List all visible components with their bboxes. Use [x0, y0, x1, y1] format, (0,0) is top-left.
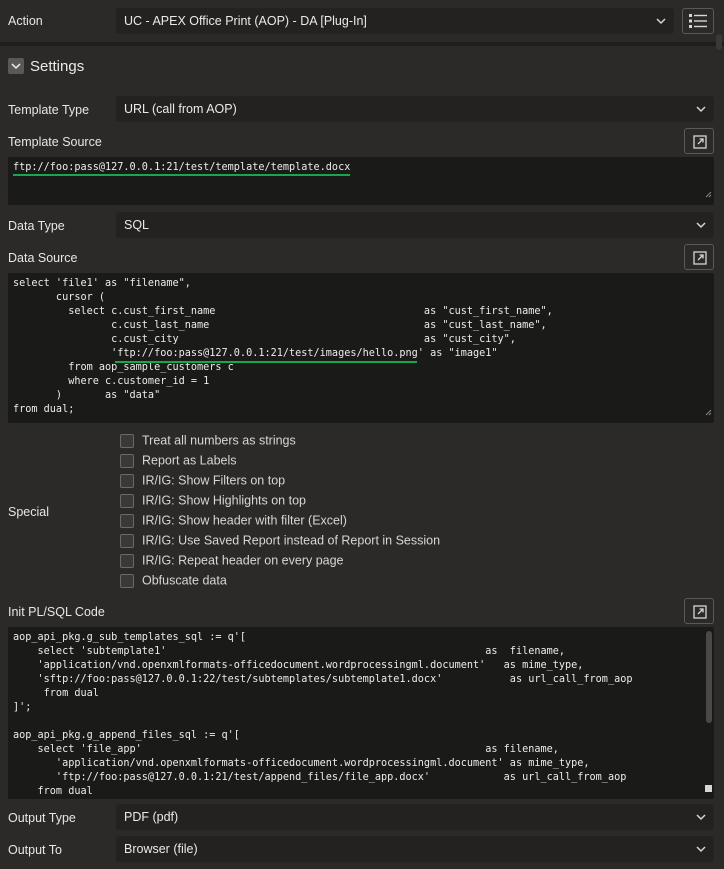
list-button[interactable]	[682, 8, 714, 34]
template-source-textarea[interactable]: ftp://foo:pass@127.0.0.1:21/test/templat…	[8, 157, 714, 205]
code-line: 'ftp://foo:pass@127.0.0.1:21/test/append…	[13, 772, 627, 783]
checkbox[interactable]	[120, 553, 134, 568]
chevron-down-icon	[696, 845, 706, 853]
chevron-down-icon	[696, 221, 706, 229]
init-plsql-label: Init PL/SQL Code	[8, 605, 105, 619]
data-type-select[interactable]: SQL	[116, 212, 714, 238]
output-to-select[interactable]: Browser (file)	[116, 836, 714, 862]
chevron-down-icon	[696, 813, 706, 821]
template-type-label: Template Type	[8, 103, 90, 117]
code-line: select 'subtemplate1' as filename,	[13, 646, 566, 657]
data-type-label: Data Type	[8, 219, 65, 233]
checkbox[interactable]	[120, 433, 134, 448]
code-line: from aop_sample_customers c	[13, 362, 234, 373]
output-type-value: PDF (pdf)	[124, 810, 179, 824]
option-repeat-header[interactable]: IR/IG: Repeat header on every page	[120, 552, 344, 572]
template-type-value: URL (call from AOP)	[124, 102, 237, 116]
expand-icon	[693, 605, 707, 619]
template-source-label: Template Source	[8, 135, 102, 149]
option-show-highlights-on-top[interactable]: IR/IG: Show Highlights on top	[120, 492, 306, 512]
output-type-label: Output Type	[8, 811, 76, 825]
data-source-label: Data Source	[8, 251, 78, 265]
checkbox[interactable]	[120, 493, 134, 508]
resize-handle-icon[interactable]	[705, 407, 712, 421]
expand-template-source-button[interactable]	[684, 128, 714, 154]
code-line: select c.cust_first_name as "cust_first_…	[13, 306, 553, 317]
action-value: UC - APEX Office Print (AOP) - DA [Plug-…	[124, 14, 367, 28]
code-line: 'sftp://foo:pass@127.0.0.1:22/test/subte…	[13, 674, 633, 685]
code-line: select 'file_app' as filename,	[13, 744, 559, 755]
checkbox[interactable]	[120, 453, 134, 468]
code-line: from dual	[13, 688, 99, 699]
divider	[0, 42, 724, 46]
chevron-down-icon	[696, 105, 706, 113]
code-line: select 'file1' as "filename",	[13, 278, 191, 289]
output-to-label: Output To	[8, 843, 62, 857]
code-line: 'ftp://foo:pass@127.0.0.1:21/test/images…	[13, 347, 709, 363]
option-use-saved-report[interactable]: IR/IG: Use Saved Report instead of Repor…	[120, 532, 440, 552]
code-line: from dual;	[13, 404, 75, 415]
option-show-header-with-filter[interactable]: IR/IG: Show header with filter (Excel)	[120, 512, 347, 532]
url-underline	[115, 361, 417, 363]
option-obfuscate-data[interactable]: Obfuscate data	[120, 572, 227, 592]
init-plsql-textarea[interactable]: aop_api_pkg.g_sub_templates_sql := q'[ s…	[8, 627, 714, 799]
data-source-textarea[interactable]: select 'file1' as "filename", cursor ( s…	[8, 273, 714, 423]
code-line: 'application/vnd.openxmlformats-officedo…	[13, 660, 584, 671]
code-line: ]';	[13, 702, 32, 713]
code-line: ​	[13, 715, 700, 729]
code-line: aop_api_pkg.g_append_files_sql := q'[	[13, 730, 240, 741]
expand-icon	[693, 251, 707, 265]
resize-handle-icon[interactable]	[705, 189, 712, 203]
code-line: from dual	[13, 786, 93, 797]
resize-handle-icon[interactable]	[705, 783, 712, 797]
scrollbar[interactable]	[706, 631, 712, 723]
action-row: Action UC - APEX Office Print (AOP) - DA…	[0, 0, 724, 42]
code-line: where c.customer_id = 1	[13, 376, 210, 387]
template-source-value: ftp://foo:pass@127.0.0.1:21/test/templat…	[13, 162, 351, 176]
collapse-toggle-icon[interactable]	[8, 58, 24, 74]
data-type-value: SQL	[124, 218, 150, 232]
code-line: aop_api_pkg.g_sub_templates_sql := q'[	[13, 632, 247, 643]
expand-data-source-button[interactable]	[684, 244, 714, 270]
checkbox[interactable]	[120, 473, 134, 488]
list-icon	[689, 14, 707, 28]
output-type-select[interactable]: PDF (pdf)	[116, 804, 714, 830]
code-line: cursor (	[13, 292, 106, 303]
chevron-down-icon	[656, 17, 666, 25]
code-line: 'application/vnd.openxmlformats-officedo…	[13, 758, 590, 769]
action-select[interactable]: UC - APEX Office Print (AOP) - DA [Plug-…	[116, 8, 674, 34]
checkbox[interactable]	[120, 513, 134, 528]
option-show-filters-on-top[interactable]: IR/IG: Show Filters on top	[120, 472, 285, 492]
code-line: ) as "data"	[13, 390, 161, 401]
code-line: c.cust_city as "cust_city",	[13, 334, 516, 345]
action-label: Action	[8, 14, 43, 28]
checkbox[interactable]	[120, 533, 134, 548]
settings-title: Settings	[30, 58, 85, 75]
checkbox[interactable]	[120, 573, 134, 588]
option-treat-numbers-as-strings[interactable]: Treat all numbers as strings	[120, 432, 296, 452]
template-type-select[interactable]: URL (call from AOP)	[116, 96, 714, 122]
scrollbar[interactable]	[716, 34, 722, 50]
special-label: Special	[8, 505, 49, 519]
expand-init-plsql-button[interactable]	[684, 598, 714, 624]
expand-icon	[693, 135, 707, 149]
code-line: c.cust_last_name as "cust_last_name",	[13, 320, 547, 331]
output-to-value: Browser (file)	[124, 842, 198, 856]
option-report-as-labels[interactable]: Report as Labels	[120, 452, 237, 472]
